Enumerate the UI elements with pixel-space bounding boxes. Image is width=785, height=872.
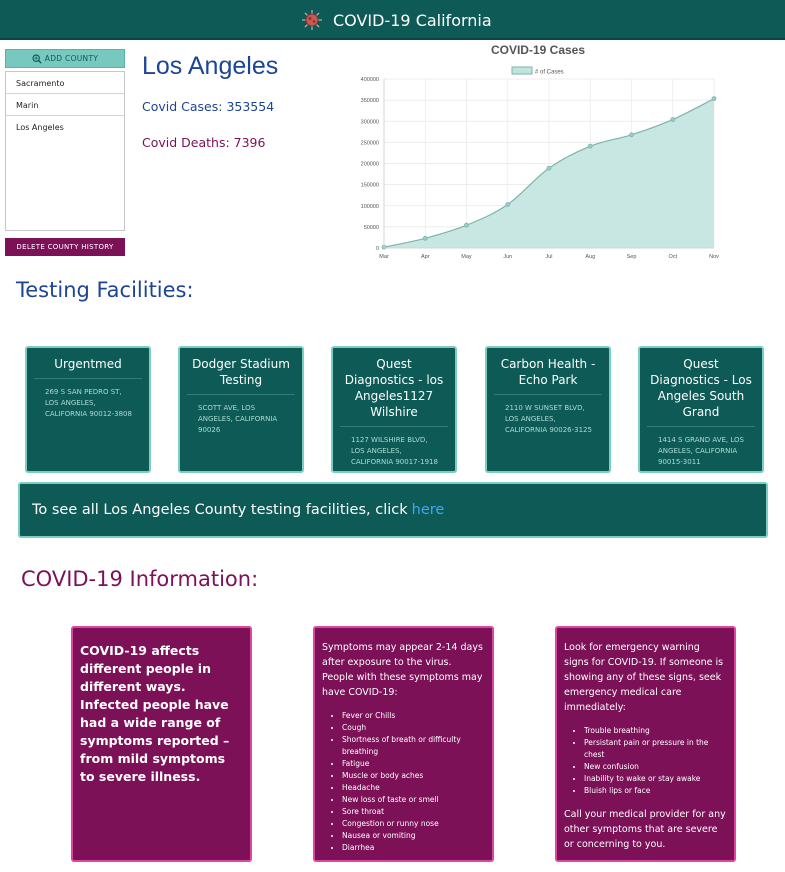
x-tick-label: Oct (668, 254, 677, 260)
y-tick-label: 150000 (361, 183, 379, 189)
facility-card[interactable]: Urgentmed 269 S San Pedro St, Los Angele… (25, 346, 151, 473)
add-county-label: Add County (44, 54, 99, 63)
facility-address: 2110 W Sunset Blvd, Los Angeles, Califor… (505, 404, 592, 434)
info-emergency-footer: Call your medical provider for any other… (564, 809, 726, 850)
list-item: New loss of taste or smell (342, 794, 484, 806)
delete-county-history-button[interactable]: Delete County History (5, 238, 125, 256)
info-card-symptoms: Symptoms may appear 2-14 days after expo… (313, 626, 494, 862)
facility-card[interactable]: Quest Diagnostics - Los Angeles South Gr… (638, 346, 764, 473)
facility-card[interactable]: Dodger Stadium Testing Scott Ave, Los An… (178, 346, 304, 473)
info-symptoms-lead: Symptoms may appear 2-14 days after expo… (322, 642, 483, 698)
legend-swatch (511, 66, 533, 75)
y-tick-label: 0 (376, 246, 379, 252)
search-plus-icon (32, 53, 42, 64)
y-tick-label: 50000 (364, 225, 379, 231)
data-point (587, 143, 593, 149)
delete-county-history-label: Delete County History (16, 243, 114, 251)
facility-name: Quest Diagnostics - Los Angeles South Gr… (647, 356, 755, 427)
list-item: Headache (342, 782, 484, 794)
y-tick-label: 350000 (361, 98, 379, 104)
brand[interactable]: COVID-19 California (301, 7, 492, 33)
list-item: Nausea or vomiting (342, 830, 484, 842)
top-nav-bar: COVID-19 California (0, 0, 785, 40)
list-item: Trouble breathing (584, 725, 727, 737)
list-item: Diarrhea (342, 842, 484, 854)
facility-address: Scott Ave, Los Angeles, California 90026 (198, 404, 278, 434)
all-facilities-text: To see all Los Angeles County testing fa… (32, 502, 408, 518)
all-facilities-banner: To see all Los Angeles County testing fa… (18, 482, 768, 538)
info-card-emergency: Look for emergency warning signs for COV… (555, 626, 736, 862)
list-item: Fatigue (342, 758, 484, 770)
county-title: Los Angeles (142, 52, 279, 80)
data-point (711, 96, 717, 102)
y-tick-label: 200000 (361, 162, 379, 168)
facility-name: Carbon Health - Echo Park (494, 356, 602, 395)
list-item: New confusion (584, 761, 727, 773)
list-item: Inability to wake or stay awake (584, 773, 727, 785)
y-tick-label: 300000 (361, 119, 379, 125)
add-county-button[interactable]: Add County (5, 49, 125, 68)
x-tick-label: Mar (379, 254, 389, 260)
list-item: Persistant pain or pressure in the chest (584, 737, 727, 761)
list-item: Bluish lips or face (584, 785, 727, 797)
data-point (422, 235, 428, 241)
covid-information-heading: COVID-19 Information: (21, 567, 259, 591)
x-tick-label: Jul (545, 254, 552, 260)
facility-card[interactable]: Quest Diagnostics - los Angeles1127 Wils… (331, 346, 457, 473)
county-history-list: Sacramento Marin Los Angeles (5, 71, 125, 231)
data-point (629, 132, 634, 138)
data-point (546, 165, 552, 171)
facility-address: 1414 S Grand Ave, Los Angeles, Californi… (658, 436, 744, 466)
legend-label: # of Cases (535, 70, 564, 76)
x-tick-label: Sep (627, 254, 637, 260)
facility-card[interactable]: Carbon Health - Echo Park 2110 W Sunset … (485, 346, 611, 473)
list-item: Shortness of breath or difficulty breath… (342, 734, 484, 758)
data-point (670, 117, 676, 122)
y-tick-label: 250000 (361, 140, 379, 146)
testing-facilities-heading: Testing Facilities: (16, 278, 194, 302)
data-point (505, 202, 511, 207)
list-item: Cough (342, 722, 484, 734)
county-history-item[interactable]: Marin (6, 94, 124, 116)
covid-cases-chart: COVID-19 Cases # of Cases 0 50000 100000 1500… (361, 43, 719, 260)
y-tick-label: 400000 (361, 77, 379, 83)
facility-address: 1127 Wilshire Blvd, Los Angeles, Califor… (351, 436, 438, 466)
covid-cases-text: Covid Cases: 353554 (142, 99, 275, 114)
y-tick-label: 100000 (361, 204, 379, 210)
x-tick-label: Jun (503, 254, 512, 260)
facility-name: Dodger Stadium Testing (187, 356, 295, 395)
covid-deaths-text: Covid Deaths: 7396 (142, 135, 266, 150)
list-item: Congestion or runny nose (342, 818, 484, 830)
info-card-effects: COVID-19 affects different people in dif… (71, 626, 252, 862)
all-facilities-link[interactable]: here (412, 502, 445, 518)
facility-name: Urgentmed (34, 356, 142, 379)
data-point (464, 222, 469, 228)
emergency-signs-list: Trouble breathing Persistant pain or pre… (584, 725, 727, 797)
symptoms-list: Fever or Chills Cough Shortness of breat… (342, 710, 484, 854)
facility-name: Quest Diagnostics - los Angeles1127 Wils… (340, 356, 448, 427)
county-history-item[interactable]: Sacramento (6, 72, 124, 94)
list-item: Fever or Chills (342, 710, 484, 722)
x-tick-label: May (461, 254, 472, 260)
list-item: Muscle or body aches (342, 770, 484, 782)
info-emergency-lead: Look for emergency warning signs for COV… (564, 642, 724, 713)
virus-icon (302, 10, 322, 30)
facility-address: 269 S San Pedro St, Los Angeles, Califor… (45, 388, 132, 418)
x-tick-label: Nov (709, 254, 719, 260)
app-title: COVID-19 California (333, 10, 492, 30)
x-tick-label: Aug (585, 254, 595, 260)
chart-title: COVID-19 Cases (491, 43, 585, 57)
x-tick-label: Apr (421, 254, 430, 260)
list-item: Sore throat (342, 806, 484, 818)
county-history-item[interactable]: Los Angeles (6, 116, 124, 138)
info-effects-text: COVID-19 affects different people in dif… (80, 643, 230, 784)
